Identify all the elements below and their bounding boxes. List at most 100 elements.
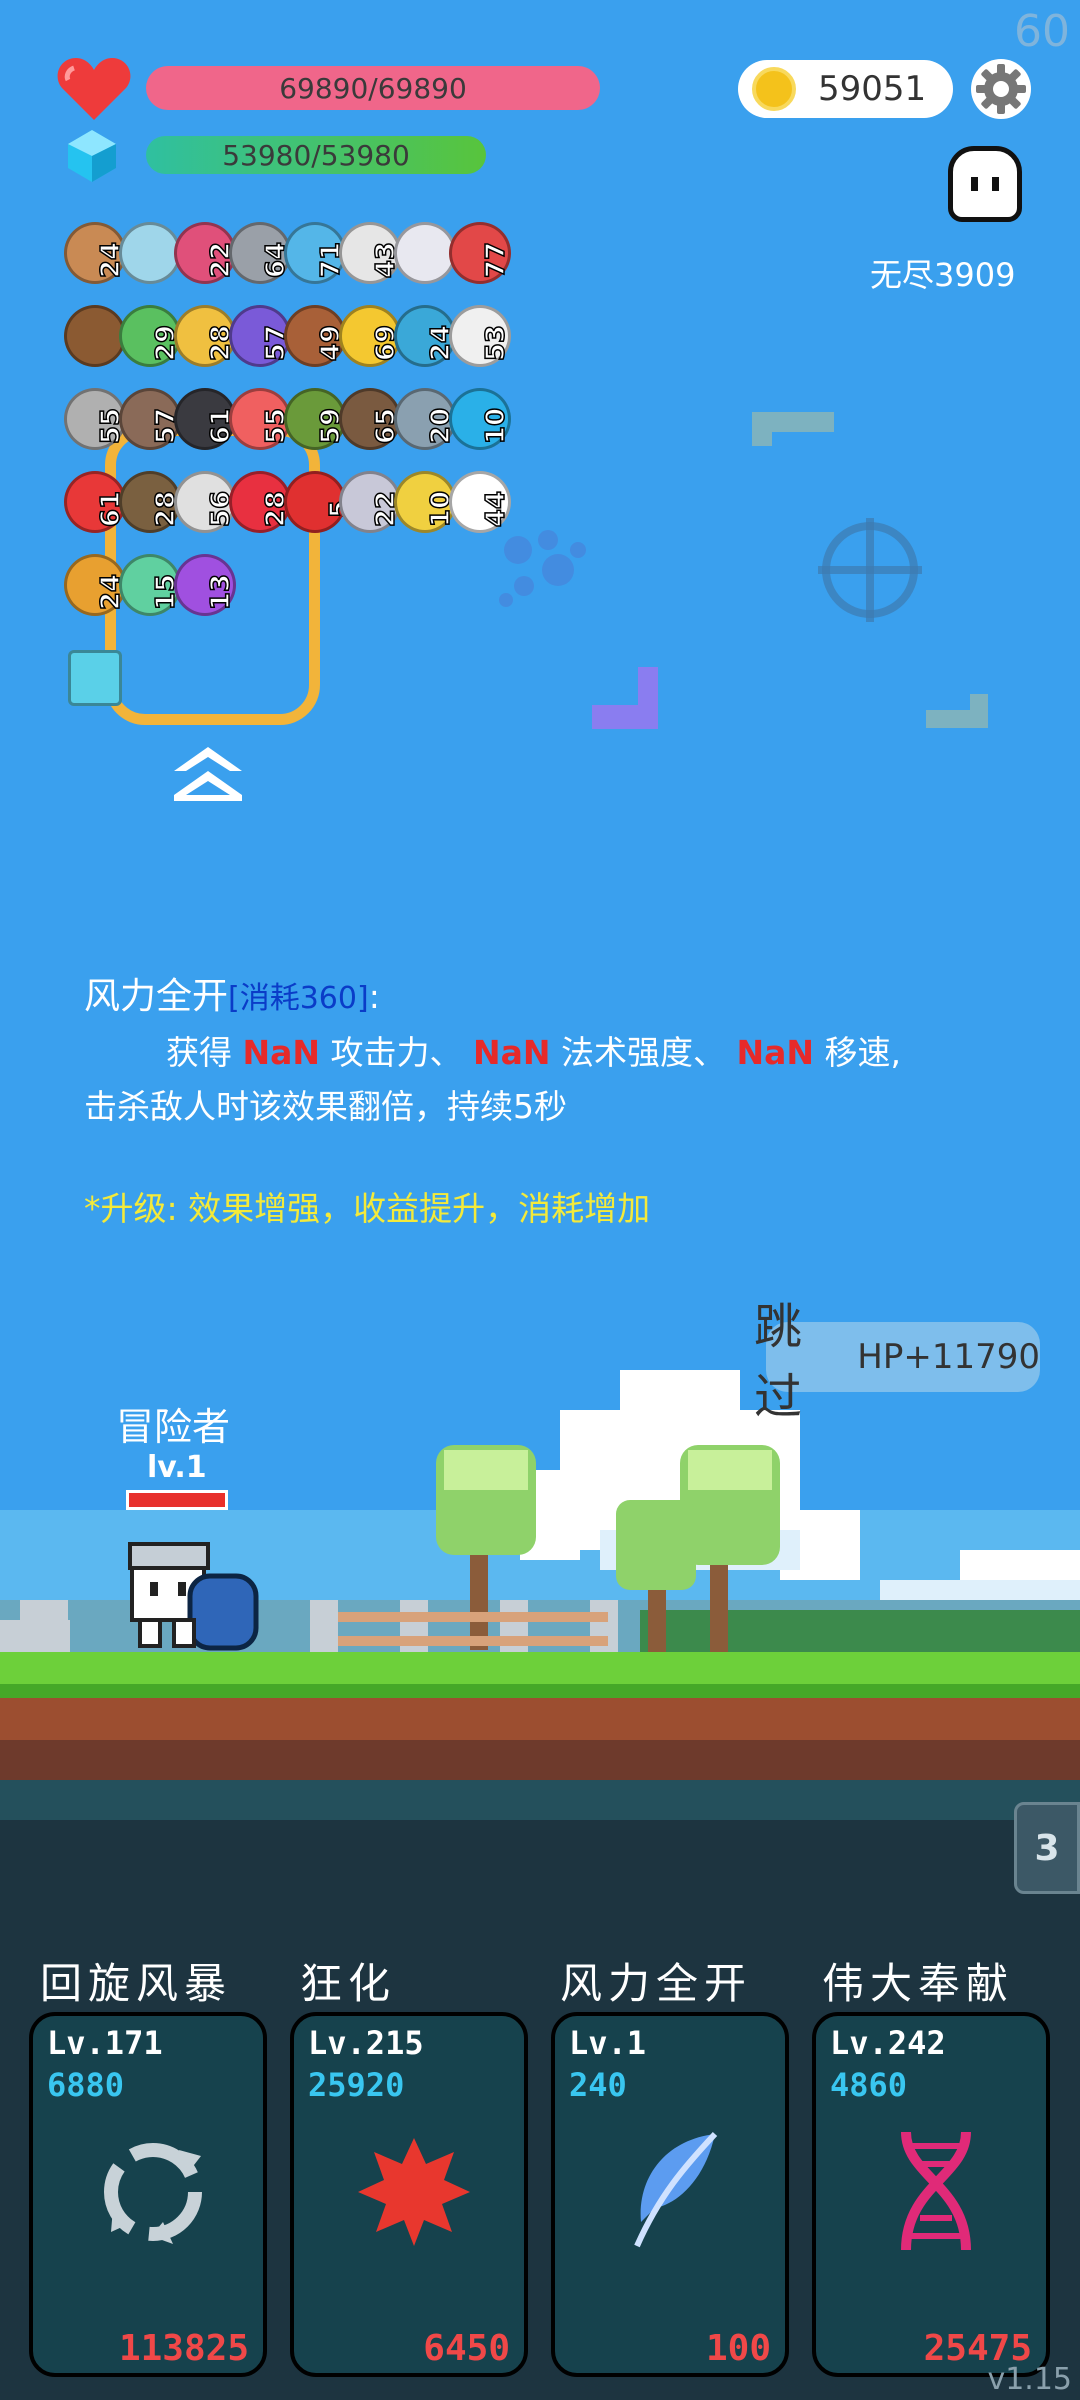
spiked-mace-icon[interactable]: 64 — [229, 222, 292, 284]
rifle-icon[interactable]: 28 — [119, 471, 182, 533]
crystal-ball-icon[interactable]: 13 — [174, 554, 237, 616]
skill-level: Lv.242 — [830, 2024, 946, 2062]
skill-card-berserk[interactable]: Lv.215 25920 6450 — [290, 2012, 528, 2377]
green-key-icon[interactable]: 15 — [119, 554, 182, 616]
hero-level: lv.1 — [147, 1450, 207, 1485]
skill-count: 100 — [705, 2328, 771, 2369]
treasure-chest-icon[interactable] — [64, 305, 126, 367]
mana-crystal-icon — [68, 130, 116, 182]
skill-card-whirlwind[interactable]: Lv.171 6880 113825 — [29, 2012, 267, 2377]
mp-bar: 53980/53980 — [146, 136, 486, 174]
envelope-icon[interactable]: 53 — [449, 305, 512, 367]
tombstone-icon[interactable]: 57 — [119, 388, 182, 450]
book-icon[interactable]: 24 — [64, 554, 127, 616]
item-count: 77 — [480, 241, 512, 279]
potion-icon[interactable]: 49 — [284, 305, 347, 367]
skill-card-great-devotion[interactable]: Lv.242 4860 25475 — [812, 2012, 1050, 2377]
sword-icon[interactable]: 20 — [394, 388, 457, 450]
desc-line2: 击杀敌人时该效果翻倍，持续5秒 — [84, 1087, 567, 1126]
heart-icon[interactable]: 5 — [284, 471, 356, 533]
skill-level: Lv.171 — [47, 2024, 163, 2062]
hp-text: 69890/69890 — [279, 71, 467, 105]
side-tab-badge[interactable]: 3 — [1014, 1802, 1080, 1894]
sunflower-icon[interactable]: 69 — [339, 305, 402, 367]
watermelon-icon[interactable]: 29 — [119, 305, 182, 367]
strawberry-icon[interactable]: 61 — [64, 471, 127, 533]
skill-count: 6450 — [423, 2328, 510, 2369]
jar-icon[interactable]: 22 — [174, 222, 237, 284]
skill-cost: 4860 — [830, 2066, 908, 2104]
skill-cost: 6880 — [47, 2066, 125, 2104]
double-chevron-up-icon[interactable] — [172, 745, 244, 805]
coconut-icon[interactable]: 65 — [339, 388, 402, 450]
coin-counter: 59051 — [738, 60, 953, 118]
purple-box-icon[interactable]: 57 — [229, 305, 292, 367]
skill-desc-cost: [消耗360] — [228, 981, 369, 1016]
skill-cost: 25920 — [308, 2066, 405, 2104]
ring-icon[interactable]: 28 — [174, 305, 237, 367]
skill-name: 伟大奉献 — [822, 1959, 1015, 2008]
gear-icon[interactable] — [970, 58, 1032, 120]
skill-cost: 240 — [569, 2066, 627, 2104]
skill-count: 113825 — [118, 2328, 249, 2369]
version-label: v1.15 — [987, 2362, 1072, 2397]
item-count: 13 — [205, 573, 237, 611]
skill-card-full-wind[interactable]: Lv.1 240 100 — [551, 2012, 789, 2377]
skip-hp-bonus: HP+11790 — [857, 1337, 1040, 1377]
fps-counter: 60 — [1014, 6, 1070, 57]
skill-name: 狂化 — [300, 1959, 397, 2008]
skill-level: Lv.1 — [569, 2024, 647, 2062]
red-splat-icon — [358, 2138, 470, 2246]
desc-value: NaN — [473, 1033, 551, 1072]
coin-icon — [752, 67, 796, 111]
dice-icon[interactable]: 56 — [174, 471, 237, 533]
skill-name: 风力全开 — [560, 1959, 753, 2008]
cookie-icon[interactable]: 24 — [64, 222, 127, 284]
desc-text: 法术强度、 — [550, 1033, 737, 1072]
stopwatch-icon[interactable]: 43 — [339, 222, 402, 284]
coin-amount: 59051 — [818, 69, 927, 109]
upgrade-note: *升级: 效果增强，收益提升，消耗增加 — [84, 1189, 651, 1228]
ghost-avatar-icon[interactable] — [948, 146, 1022, 222]
target-reticle-icon — [752, 412, 988, 728]
skill-level: Lv.215 — [308, 2024, 424, 2062]
endless-stage-label: 无尽3909 — [870, 256, 1016, 294]
game-screen: 60 69890/69890 53980/53980 59051 无尽3909 … — [0, 0, 1080, 2400]
desc-text: 攻击力、 — [320, 1033, 473, 1072]
desc-text: 获得 — [166, 1033, 243, 1072]
item-count: 10 — [480, 407, 512, 445]
blue-orb-icon[interactable]: 71 — [284, 222, 347, 284]
skill-desc-title: 风力全开 — [84, 976, 229, 1017]
mp-text: 53980/53980 — [222, 138, 410, 172]
bird-icon[interactable]: 24 — [394, 305, 457, 367]
desc-value: NaN — [242, 1033, 321, 1072]
item-count: 53 — [480, 324, 512, 362]
skip-label: 跳过 — [754, 1299, 803, 1425]
hexagon-gem-icon[interactable]: 10 — [449, 388, 512, 450]
skip-button[interactable]: 跳过 HP+11790 — [754, 1299, 1040, 1425]
skill-name: 回旋风暴 — [40, 1959, 233, 2008]
hook-icon[interactable]: 22 — [339, 471, 402, 533]
bubble-cluster-icon — [499, 530, 586, 607]
heart-icon — [57, 58, 131, 120]
hero-hp-bar — [126, 1490, 228, 1510]
purple-bracket-icon — [592, 667, 658, 729]
lightbulb-card-icon[interactable] — [68, 650, 122, 706]
desc-text: 移速, — [814, 1033, 902, 1072]
bow-icon[interactable]: 59 — [284, 388, 347, 450]
red-ball-icon[interactable]: 28 — [229, 471, 292, 533]
bomb-icon[interactable]: 61 — [174, 388, 237, 450]
dna-icon — [901, 2131, 971, 2251]
hero-name: 冒险者 — [116, 1405, 231, 1449]
axe-icon[interactable]: 55 — [64, 388, 127, 450]
skill-desc-colon: : — [368, 977, 380, 1016]
shield-icon[interactable]: 77 — [449, 222, 512, 284]
skill-description: 风力全开[消耗360]: 获得 NaN 攻击力、 NaN 法术强度、 NaN 移… — [84, 970, 1014, 1236]
magnifier-icon[interactable] — [119, 222, 181, 284]
pill-icon[interactable]: 55 — [229, 388, 292, 450]
hp-bar: 69890/69890 — [146, 66, 600, 110]
crosshair-badge-icon[interactable] — [394, 222, 456, 284]
feather-icon — [634, 2131, 718, 2248]
desc-value: NaN — [736, 1033, 815, 1072]
magic-wand-icon[interactable]: 10 — [394, 471, 457, 533]
